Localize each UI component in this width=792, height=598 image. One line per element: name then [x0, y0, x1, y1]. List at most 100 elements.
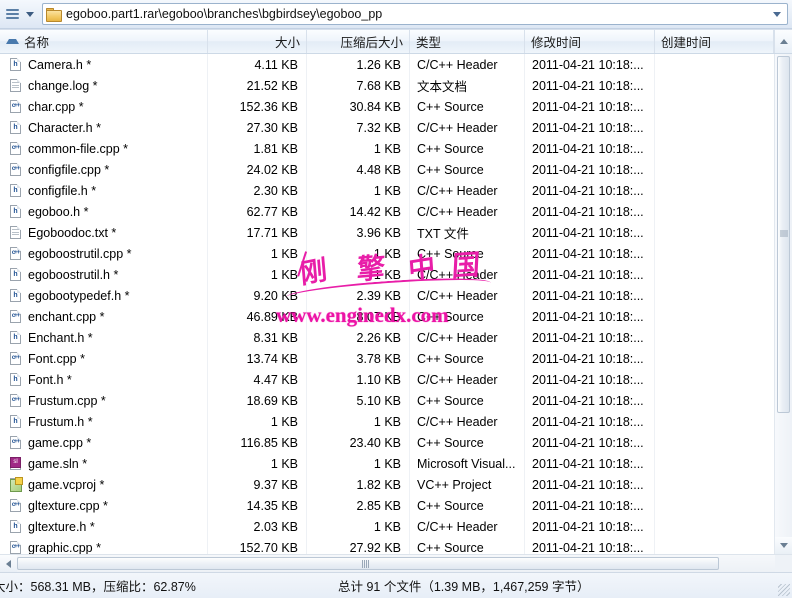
column-header-packed-label: 压缩后大小	[340, 36, 403, 50]
cell-packed-size: 1.82 KB	[356, 477, 401, 492]
file-rows[interactable]: h Camera.h * 4.11 KB 1.26 KB C/C++ Header 201…	[0, 54, 774, 554]
file-name-label: egoboo.h *	[28, 204, 89, 219]
file-name-label: egobootypedef.h *	[28, 288, 130, 303]
file-name-label: Enchant.h *	[28, 330, 93, 345]
file-name-label: game.sln *	[28, 456, 88, 471]
h-header-file-icon: h	[9, 288, 23, 303]
cell-packed-size: 4.48 KB	[356, 162, 401, 177]
column-header-type[interactable]: 类型	[410, 30, 525, 53]
scroll-down-button[interactable]	[775, 537, 792, 554]
triangle-down-icon	[779, 543, 788, 548]
table-row[interactable]: c++ char.cpp * 152.36 KB 30.84 KB C++ Source…	[0, 96, 774, 117]
vcproject-file-icon	[9, 477, 23, 492]
cell-name: change.log *	[0, 78, 208, 93]
table-row[interactable]: c++ egoboostrutil.cpp * 1 KB 1 KB C++ Source…	[0, 243, 774, 264]
cell-size: 8.31 KB	[253, 330, 298, 345]
column-header-name[interactable]: 名称	[0, 30, 208, 53]
table-row[interactable]: c++ configfile.cpp * 24.02 KB 4.48 KB C++ So…	[0, 159, 774, 180]
table-row[interactable]: h Camera.h * 4.11 KB 1.26 KB C/C++ Header 201…	[0, 54, 774, 75]
horizontal-scrollbar[interactable]	[0, 554, 792, 572]
resize-grip[interactable]	[778, 584, 790, 596]
column-header-packed[interactable]: 压缩后大小	[307, 30, 410, 53]
address-dropdown-button[interactable]	[769, 4, 785, 24]
table-row[interactable]: h egoboostrutil.h * 1 KB 1 KB C/C++ Header 20…	[0, 264, 774, 285]
cell-name: c++ Frustum.cpp *	[0, 393, 208, 408]
cell-modified: 2011-04-21 10:18:...	[532, 162, 644, 177]
cell-modified: 2011-04-21 10:18:...	[532, 519, 644, 534]
table-row[interactable]: h configfile.h * 2.30 KB 1 KB C/C++ Header 20…	[0, 180, 774, 201]
toolbar-dropdown-button[interactable]	[22, 5, 38, 23]
table-row[interactable]: c++ gltexture.cpp * 14.35 KB 2.85 KB C++ Sou…	[0, 495, 774, 516]
table-row[interactable]: c++ Frustum.cpp * 18.69 KB 5.10 KB C++ Sourc…	[0, 390, 774, 411]
cell-modified: 2011-04-21 10:18:...	[532, 120, 644, 135]
cell-modified: 2011-04-21 10:18:...	[532, 372, 644, 387]
cell-modified: 2011-04-21 10:18:...	[532, 435, 644, 450]
table-row[interactable]: game.sln * 1 KB 1 KB Microsoft Visual... 201…	[0, 453, 774, 474]
cpp-source-file-icon: c++	[9, 246, 23, 261]
address-text: egoboo.part1.rar\egoboo\branches\bgbirds…	[66, 7, 383, 21]
cpp-source-file-icon: c++	[9, 435, 23, 450]
h-header-file-icon: h	[9, 57, 23, 72]
cell-size: 14.35 KB	[246, 498, 298, 513]
address-combobox[interactable]: egoboo.part1.rar\egoboo\branches\bgbirds…	[42, 3, 788, 25]
table-row[interactable]: game.vcproj * 9.37 KB 1.82 KB VC++ Project 2…	[0, 474, 774, 495]
cell-packed-size: 1 KB	[373, 141, 401, 156]
file-name-label: Camera.h *	[28, 57, 92, 72]
table-row[interactable]: c++ game.cpp * 116.85 KB 23.40 KB C++ Source…	[0, 432, 774, 453]
horizontal-scroll-track[interactable]	[17, 555, 775, 572]
table-row[interactable]: h egoboo.h * 62.77 KB 14.42 KB C/C++ Header 2…	[0, 201, 774, 222]
cell-name: c++ gltexture.cpp *	[0, 498, 208, 513]
cell-packed-size: 3.96 KB	[356, 225, 401, 240]
file-name-label: Character.h *	[28, 120, 101, 135]
vertical-scrollbar[interactable]	[774, 54, 792, 554]
cell-type: VC++ Project	[417, 477, 492, 492]
cell-name: c++ game.cpp *	[0, 435, 208, 450]
cell-modified: 2011-04-21 10:18:...	[532, 267, 644, 282]
table-row[interactable]: h Frustum.h * 1 KB 1 KB C/C++ Header 2011-04-…	[0, 411, 774, 432]
cell-name: h Character.h *	[0, 120, 208, 135]
table-row[interactable]: c++ enchant.cpp * 46.89 KB 8.07 KB C++ Sourc…	[0, 306, 774, 327]
table-row[interactable]: h Character.h * 27.30 KB 7.32 KB C/C++ Heade…	[0, 117, 774, 138]
cell-packed-size: 23.40 KB	[349, 435, 401, 450]
vertical-scroll-track[interactable]	[775, 54, 792, 537]
column-header-modified-label: 修改时间	[531, 36, 582, 50]
list-lines-icon[interactable]	[4, 6, 21, 23]
file-name-label: Frustum.h *	[28, 414, 93, 429]
triangle-up-icon	[779, 39, 788, 44]
table-row[interactable]: h gltexture.h * 2.03 KB 1 KB C/C++ Header 201…	[0, 516, 774, 537]
status-bar: 大小：568.31 MB，压缩比：62.87% 总计 91 个文件（1.39 M…	[0, 572, 792, 598]
cell-modified: 2011-04-21 10:18:...	[532, 351, 644, 366]
cell-size: 1 KB	[270, 267, 298, 282]
table-row[interactable]: h Enchant.h * 8.31 KB 2.26 KB C/C++ Header 20…	[0, 327, 774, 348]
cell-packed-size: 1 KB	[373, 456, 401, 471]
scroll-left-button[interactable]	[0, 555, 17, 572]
table-row[interactable]: c++ Font.cpp * 13.74 KB 3.78 KB C++ Source 20…	[0, 348, 774, 369]
column-header-size-label: 大小	[274, 36, 300, 50]
table-row[interactable]: c++ common-file.cpp * 1.81 KB 1 KB C++ Sourc…	[0, 138, 774, 159]
cell-size: 152.70 KB	[239, 540, 298, 555]
cell-size: 152.36 KB	[239, 99, 298, 114]
cell-type: C++ Source	[417, 141, 484, 156]
chevron-down-icon	[773, 11, 781, 17]
h-header-file-icon: h	[9, 267, 23, 282]
cell-packed-size: 2.85 KB	[356, 498, 401, 513]
table-row[interactable]: h egobootypedef.h * 9.20 KB 2.39 KB C/C++ He…	[0, 285, 774, 306]
header-scroll-cap[interactable]	[774, 30, 792, 53]
cell-modified: 2011-04-21 10:18:...	[532, 57, 644, 72]
address-toolbar: egoboo.part1.rar\egoboo\branches\bgbirds…	[0, 0, 792, 29]
column-header-created[interactable]: 创建时间	[655, 30, 774, 53]
column-header-size[interactable]: 大小	[208, 30, 307, 53]
folder-icon	[46, 7, 62, 22]
cell-modified: 2011-04-21 10:18:...	[532, 78, 644, 93]
cell-size: 18.69 KB	[246, 393, 298, 408]
cell-packed-size: 2.39 KB	[356, 288, 401, 303]
cell-size: 116.85 KB	[240, 435, 298, 450]
cell-packed-size: 1 KB	[373, 519, 401, 534]
cell-name: h Camera.h *	[0, 57, 208, 72]
column-header-modified[interactable]: 修改时间	[525, 30, 655, 53]
table-row[interactable]: change.log * 21.52 KB 7.68 KB 文本文档 2011-04-2…	[0, 75, 774, 96]
cell-packed-size: 8.07 KB	[356, 309, 401, 324]
table-row[interactable]: c++ graphic.cpp * 152.70 KB 27.92 KB C++ Sou…	[0, 537, 774, 554]
table-row[interactable]: h Font.h * 4.47 KB 1.10 KB C/C++ Header 2011-…	[0, 369, 774, 390]
table-row[interactable]: Egoboodoc.txt * 17.71 KB 3.96 KB TXT 文件 2011…	[0, 222, 774, 243]
